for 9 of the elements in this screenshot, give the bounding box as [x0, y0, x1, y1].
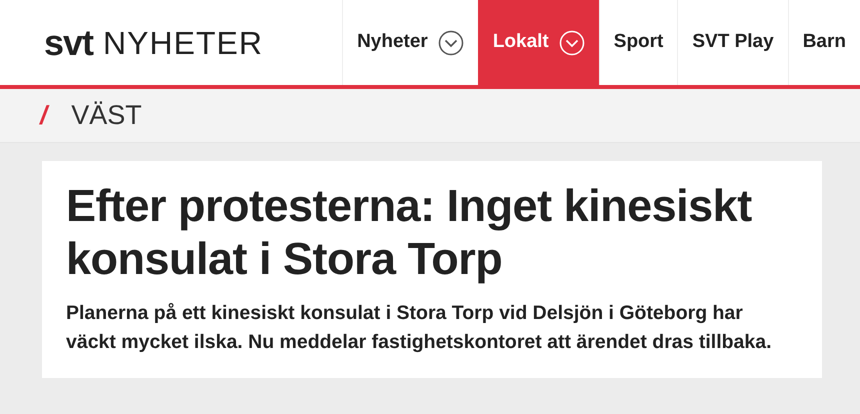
region-mark: / [40, 99, 48, 132]
nav-tab[interactable]: Lokalt [478, 0, 599, 85]
chevron-down-icon [438, 30, 464, 56]
logo-brand[interactable]: svt [44, 16, 94, 70]
logo-section[interactable]: NYHETER [103, 18, 263, 66]
region-name[interactable]: VÄST [71, 95, 142, 136]
lead-paragraph: Planerna på ett kinesiskt konsulat i Stora Torp vid Delsjön i Göteborg har väckt mycket ilska. Nu meddelar fastighetskontoret att ärendet dras tillbaka. [66, 301, 773, 356]
chevron-down-icon [558, 30, 585, 56]
headline: Efter protesterna: Inget kinesiskt konsulat i Stora Torp [66, 179, 753, 286]
